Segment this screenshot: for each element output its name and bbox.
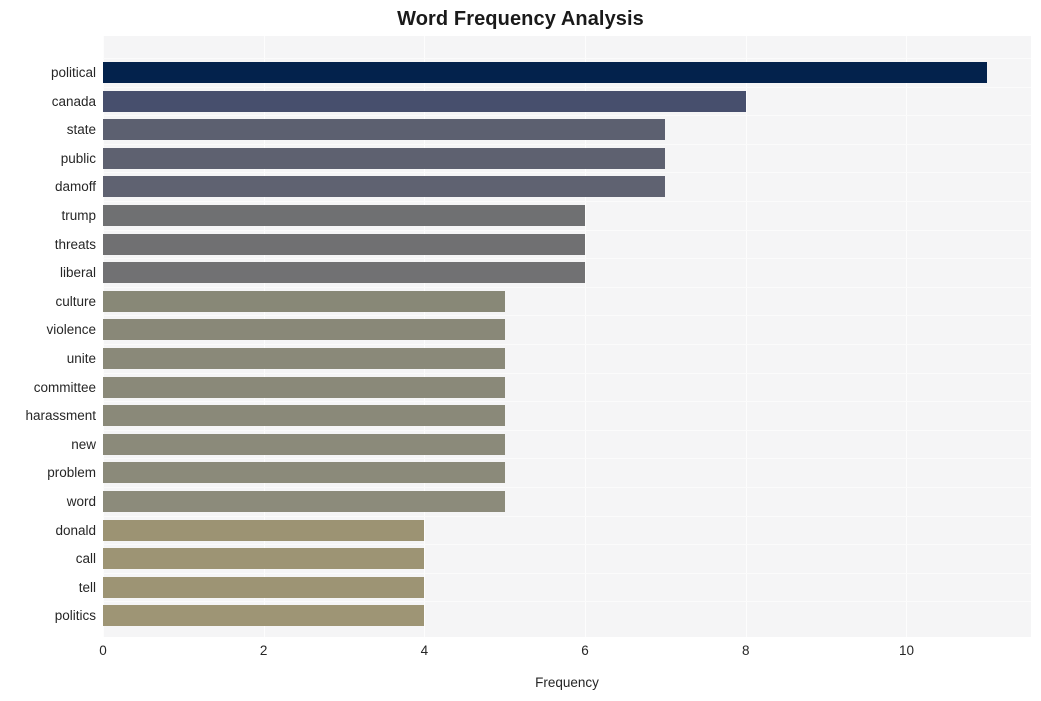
y-axis-tick-label: threats: [54, 236, 96, 252]
bar: [103, 234, 586, 255]
y-axis-tick-label: public: [60, 150, 96, 166]
y-axis-tick-label: trump: [61, 207, 96, 223]
bar: [103, 377, 505, 398]
y-axis-tick-label: politics: [54, 607, 96, 623]
y-axis-tick-label: problem: [47, 464, 96, 480]
bar: [103, 434, 505, 455]
bar: [103, 348, 505, 369]
y-axis-tick-label: violence: [46, 321, 96, 337]
chart-figure: Word Frequency Analysis political canada s…: [0, 0, 1041, 701]
bar: [103, 605, 425, 626]
bar: [103, 548, 425, 569]
bar: [103, 91, 746, 112]
bar: [103, 491, 505, 512]
x-axis-tick-label: 6: [581, 643, 589, 658]
bar: [103, 291, 505, 312]
y-axis-tick-label: culture: [55, 293, 96, 309]
y-axis-tick-label: state: [66, 121, 96, 137]
x-axis-title: Frequency: [535, 675, 599, 690]
y-axis-tick-label: donald: [55, 522, 96, 538]
bar: [103, 148, 666, 169]
y-axis-tick-label: liberal: [59, 264, 96, 280]
x-axis-tick-label: 2: [259, 643, 268, 658]
bar: [103, 205, 586, 226]
y-axis-tick-label: committee: [33, 379, 96, 395]
y-axis-tick-label: word: [66, 493, 96, 509]
y-axis-tick-label: harassment: [25, 407, 96, 423]
y-axis-tick-label: political: [50, 64, 96, 80]
x-axis-tick-label: 8: [742, 643, 750, 658]
chart-title: Word Frequency Analysis: [397, 8, 644, 30]
bar: [103, 176, 666, 197]
x-axis-tick-label: 10: [898, 643, 914, 658]
y-axis-tick-labels: political canada state public damoff trump thr…: [0, 36, 96, 637]
bar: [103, 119, 666, 140]
y-axis-tick-label: call: [75, 550, 96, 566]
bar: [103, 577, 425, 598]
bar: [103, 520, 425, 541]
plot-area: [103, 36, 1031, 637]
x-axis-tick-label: 0: [99, 643, 107, 658]
bar: [103, 319, 505, 340]
y-axis-tick-label: tell: [78, 579, 96, 595]
bar: [103, 462, 505, 483]
y-axis-tick-label: new: [71, 436, 96, 452]
x-axis-tick-label: 4: [420, 643, 429, 658]
bar: [103, 405, 505, 426]
x-axis-tick-labels: 0 2 4 6 8 10: [0, 643, 1041, 663]
y-axis-tick-label: unite: [66, 350, 96, 366]
y-axis-tick-label: canada: [51, 93, 96, 109]
bar: [103, 62, 987, 83]
y-axis-tick-label: damoff: [54, 178, 96, 194]
bar: [103, 262, 586, 283]
bars-layer: [103, 36, 1031, 637]
